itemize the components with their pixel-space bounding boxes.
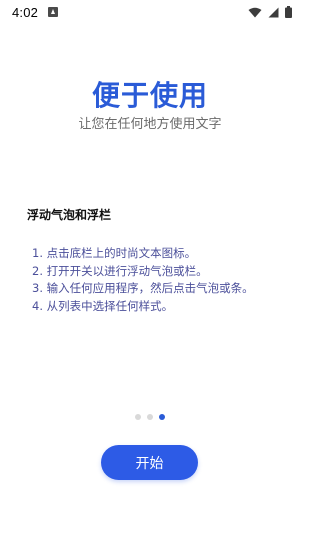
page-dot xyxy=(135,414,141,420)
signal-icon xyxy=(268,7,279,18)
feature-heading: 浮动气泡和浮栏 xyxy=(27,208,112,222)
page-dot-active xyxy=(159,414,165,420)
status-left: 4:02 xyxy=(12,4,59,20)
page-title: 便于使用 xyxy=(91,79,208,112)
page-dot xyxy=(147,414,153,420)
status-bar: 4:02 xyxy=(0,0,300,24)
step-item: 4. 从列表中选择任何样式。 xyxy=(32,298,174,313)
step-item: 3. 输入任何应用程序，然后点击气泡或条。 xyxy=(32,281,254,295)
steps-list: 1. 点击底栏上的时尚文本图标。 2. 打开开关以进行浮动气泡或栏。 3. 输入… xyxy=(32,245,282,315)
wifi-icon xyxy=(248,7,262,18)
page-subtitle: 让您在任何地方使用文字 xyxy=(78,117,222,132)
step-item: 1. 点击底栏上的时尚文本图标。 xyxy=(32,246,197,260)
page-indicator xyxy=(0,414,300,420)
status-time: 4:02 xyxy=(12,4,39,20)
notification-icon xyxy=(48,7,59,17)
status-right xyxy=(248,6,292,18)
battery-icon xyxy=(285,6,292,18)
step-item: 2. 打开开关以进行浮动气泡或栏。 xyxy=(32,263,208,278)
start-button[interactable]: 开始 xyxy=(101,445,198,480)
